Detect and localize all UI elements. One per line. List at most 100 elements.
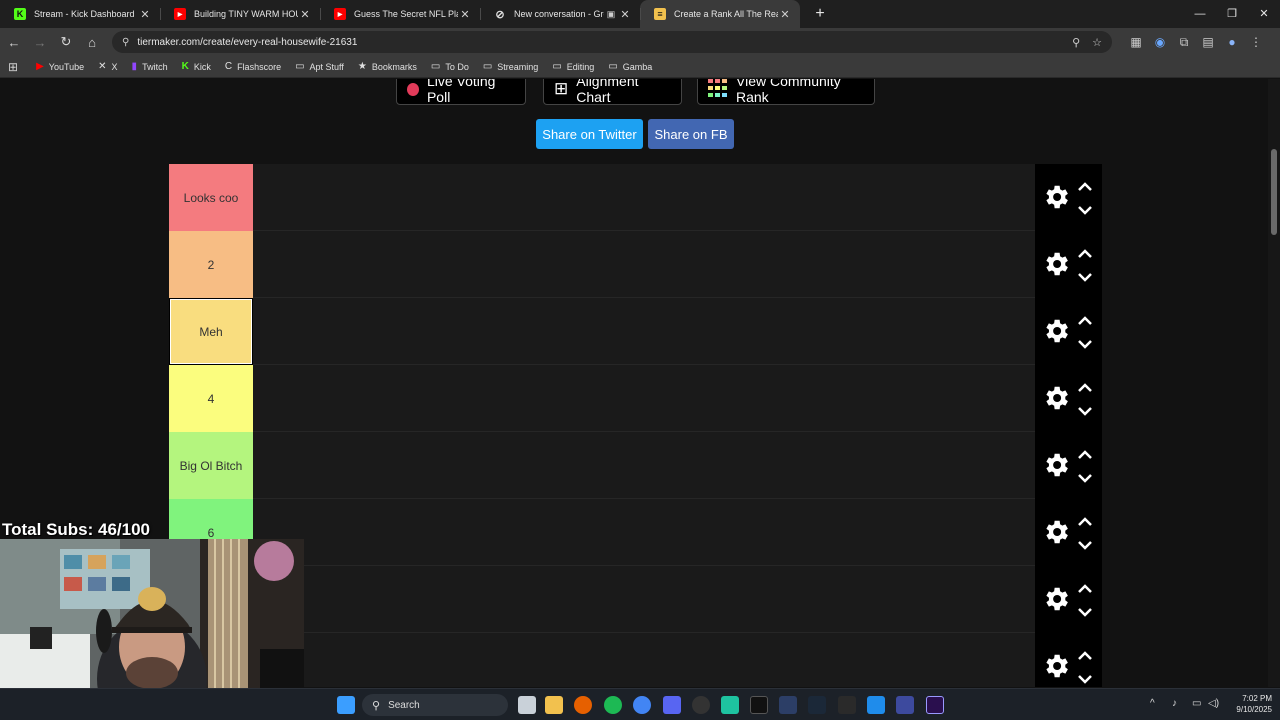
- tier-label[interactable]: Meh: [169, 298, 253, 365]
- chevron-up-icon[interactable]: [1077, 514, 1093, 526]
- reload-icon[interactable]: ↻: [54, 34, 78, 50]
- close-icon[interactable]: ✕: [298, 8, 312, 21]
- chevron-down-icon[interactable]: [1077, 606, 1093, 618]
- forward-icon[interactable]: →: [28, 35, 52, 50]
- chevron-down-icon[interactable]: [1077, 539, 1093, 551]
- media-icon[interactable]: ▣: [604, 9, 618, 20]
- share-twitter-button[interactable]: Share on Twitter: [536, 119, 643, 149]
- bookmark-folder-todo[interactable]: ▭ To Do: [431, 61, 469, 72]
- start-icon[interactable]: [337, 696, 355, 714]
- gear-icon[interactable]: [1041, 383, 1071, 413]
- app-icon[interactable]: [721, 696, 739, 714]
- new-tab-button[interactable]: +: [810, 5, 830, 23]
- gear-icon[interactable]: [1041, 182, 1071, 212]
- obs-icon[interactable]: [692, 696, 710, 714]
- tab-tiermaker[interactable]: ≡ Create a Rank All The Real Hou ✕: [640, 0, 800, 28]
- chevron-down-icon[interactable]: [1077, 204, 1093, 216]
- close-icon[interactable]: ✕: [458, 8, 472, 21]
- app-icon[interactable]: [896, 696, 914, 714]
- premiere-icon[interactable]: [926, 696, 944, 714]
- address-bar[interactable]: ⚲ tiermaker.com/create/every-real-housew…: [112, 31, 1112, 53]
- bookmark-bookmarks[interactable]: ★ Bookmarks: [358, 61, 417, 72]
- steam-icon[interactable]: [808, 696, 826, 714]
- gear-icon[interactable]: [1041, 517, 1071, 547]
- tab-kick-dashboard[interactable]: K Stream - Kick Dashboard ✕: [0, 0, 160, 28]
- alignment-chart-button[interactable]: ⊞ Alignment Chart: [543, 79, 682, 105]
- tier-label[interactable]: 4: [169, 365, 253, 432]
- bookmark-kick[interactable]: K Kick: [182, 61, 211, 72]
- chevron-down-icon[interactable]: [1077, 338, 1093, 350]
- tier-drop-zone[interactable]: [253, 365, 1035, 432]
- tier-drop-zone[interactable]: [253, 499, 1035, 566]
- close-icon[interactable]: ✕: [618, 8, 632, 21]
- chevron-up-icon[interactable]: [1077, 313, 1093, 325]
- voice-icon[interactable]: ◉: [1148, 35, 1172, 50]
- gear-icon[interactable]: [1041, 249, 1071, 279]
- taskbar-clock[interactable]: 7:02 PM 9/10/2025: [1222, 693, 1272, 715]
- bookmark-x[interactable]: ✕ X: [98, 61, 117, 72]
- tier-drop-zone[interactable]: [253, 164, 1035, 231]
- display-icon[interactable]: ▭: [1192, 698, 1201, 709]
- chevron-up-icon[interactable]: [1077, 447, 1093, 459]
- share-fb-button[interactable]: Share on FB: [648, 119, 734, 149]
- tier-label[interactable]: 2: [169, 231, 253, 298]
- chevron-up-icon[interactable]: [1077, 179, 1093, 191]
- chevron-down-icon[interactable]: [1077, 271, 1093, 283]
- chevron-up-icon[interactable]: [1077, 380, 1093, 392]
- apps-grid-icon[interactable]: ⊞: [8, 60, 18, 74]
- close-window-icon[interactable]: ✕: [1248, 0, 1280, 28]
- tier-label[interactable]: Big Ol Bitch: [169, 432, 253, 499]
- bookmark-folder-apt[interactable]: ▭ Apt Stuff: [295, 61, 344, 72]
- bookmark-flashscore[interactable]: C Flashscore: [225, 61, 281, 72]
- firefox-icon[interactable]: [574, 696, 592, 714]
- chevron-down-icon[interactable]: [1077, 472, 1093, 484]
- tier-drop-zone[interactable]: [253, 298, 1035, 365]
- chrome-icon[interactable]: [633, 696, 651, 714]
- extensions-puzzle-icon[interactable]: ⧉: [1172, 35, 1196, 50]
- gear-icon[interactable]: [1041, 450, 1071, 480]
- close-icon[interactable]: ✕: [138, 8, 152, 21]
- volume-icon[interactable]: ◁): [1208, 698, 1219, 709]
- restore-icon[interactable]: ❐: [1216, 0, 1248, 28]
- page-scrollbar[interactable]: [1268, 79, 1280, 687]
- tier-drop-zone[interactable]: [253, 432, 1035, 499]
- tab-grok[interactable]: ⊘ New conversation - Grok ▣ ✕: [480, 0, 640, 28]
- chevron-down-icon[interactable]: [1077, 405, 1093, 417]
- bookmark-folder-editing[interactable]: ▭ Editing: [552, 61, 594, 72]
- tray-chevron-icon[interactable]: ^: [1150, 698, 1155, 709]
- tab-youtube-tiny-house[interactable]: ▶ Building TINY WARM HOUSE w ✕: [160, 0, 320, 28]
- tier-drop-zone[interactable]: [253, 633, 1035, 687]
- scrollbar-thumb[interactable]: [1271, 149, 1277, 235]
- bookmark-folder-gamba[interactable]: ▭ Gamba: [608, 61, 652, 72]
- view-community-rank-button[interactable]: View Community Rank: [697, 79, 875, 105]
- gear-icon[interactable]: [1041, 584, 1071, 614]
- site-info-icon[interactable]: ⚲: [122, 37, 129, 48]
- bookmark-star-icon[interactable]: ☆: [1092, 36, 1102, 49]
- capcut-icon[interactable]: [750, 696, 768, 714]
- discord-icon[interactable]: [663, 696, 681, 714]
- menu-icon[interactable]: ⋮: [1244, 35, 1268, 50]
- chevron-up-icon[interactable]: [1077, 648, 1093, 660]
- gear-icon[interactable]: [1041, 316, 1071, 346]
- taskbar-search[interactable]: ⚲ Search: [362, 694, 508, 716]
- file-explorer-icon[interactable]: [545, 696, 563, 714]
- mic-icon[interactable]: ♪: [1172, 698, 1177, 709]
- extension-icon[interactable]: ▦: [1124, 35, 1148, 50]
- home-icon[interactable]: ⌂: [80, 35, 104, 50]
- tier-drop-zone[interactable]: [253, 231, 1035, 298]
- spotify-icon[interactable]: [604, 696, 622, 714]
- bookmark-twitch[interactable]: ▮ Twitch: [132, 61, 168, 72]
- app-icon[interactable]: [779, 696, 797, 714]
- back-icon[interactable]: ←: [2, 35, 26, 50]
- task-view-icon[interactable]: [518, 696, 536, 714]
- minimize-icon[interactable]: —: [1184, 0, 1216, 28]
- chevron-up-icon[interactable]: [1077, 581, 1093, 593]
- tier-label[interactable]: Looks coo: [169, 164, 253, 231]
- bookmark-folder-streaming[interactable]: ▭ Streaming: [483, 61, 538, 72]
- zoom-icon[interactable]: ⚲: [1072, 36, 1080, 49]
- chevron-down-icon[interactable]: [1077, 673, 1093, 685]
- chevron-up-icon[interactable]: [1077, 246, 1093, 258]
- profile-avatar[interactable]: ●: [1220, 35, 1244, 50]
- gear-icon[interactable]: [1041, 651, 1071, 681]
- app-icon[interactable]: [867, 696, 885, 714]
